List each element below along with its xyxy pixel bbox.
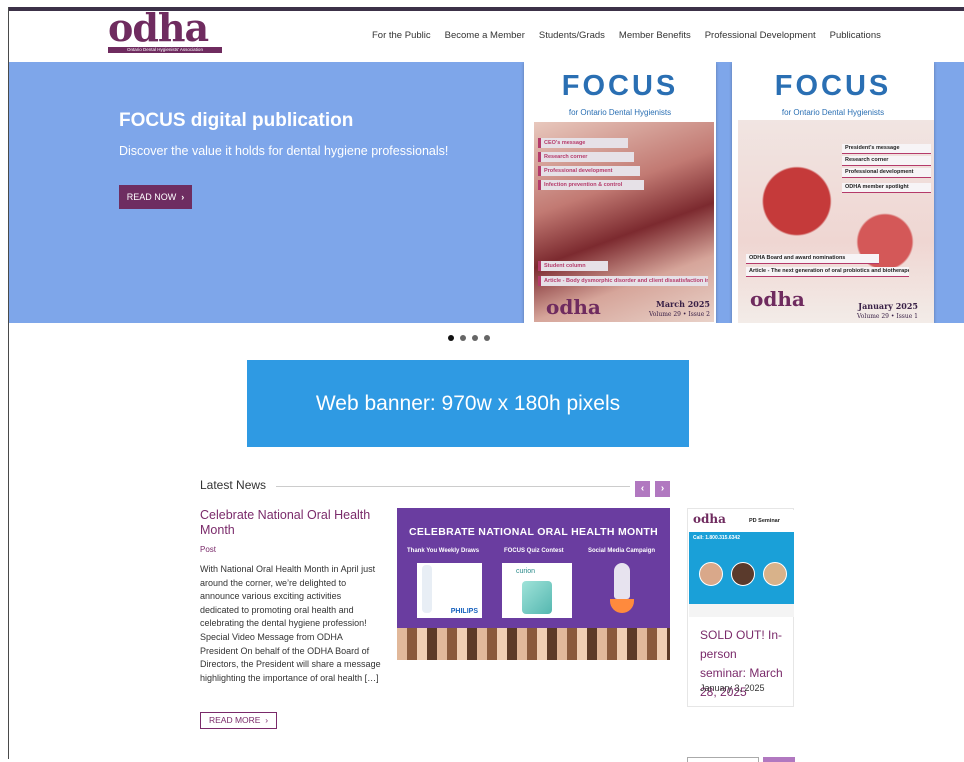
cover-tag: Professional development (538, 166, 640, 176)
slider-dot-4[interactable] (484, 335, 490, 341)
latest-news-divider (264, 486, 630, 487)
cover-tag: Professional development (842, 168, 931, 178)
slider-dot-1[interactable] (448, 335, 454, 341)
smiling-faces-strip (397, 628, 670, 660)
cover-title: FOCUS (561, 70, 679, 102)
news-article-title[interactable]: Celebrate National Oral Health Month (200, 508, 385, 538)
curion-product-image: curion (502, 563, 572, 618)
cover-logo: odha (546, 295, 601, 319)
speaker-photo (763, 562, 787, 586)
cover-date-text: January 2025 (858, 301, 918, 311)
latest-news-heading: Latest News (200, 478, 277, 492)
nav-students-grads[interactable]: Students/Grads (539, 30, 605, 44)
chevron-right-icon[interactable]: › (655, 481, 670, 497)
chevron-left-icon[interactable]: ‹ (635, 481, 650, 497)
seminar-date: January 3, 2025 (700, 683, 765, 693)
cover-date: January 2025 Volume 29 • Issue 1 (857, 302, 918, 321)
hero-subtitle: Discover the value it holds for dental h… (119, 144, 449, 158)
focus-cover-january-2025[interactable]: FOCUS for Ontario Dental Hygienists Pres… (732, 62, 934, 323)
cover-tag: Research corner (842, 156, 931, 166)
cover-tag: Article - Body dysmorphic disorder and c… (538, 276, 708, 286)
nav-professional-development[interactable]: Professional Development (705, 30, 816, 44)
read-now-label: READ NOW (126, 192, 177, 202)
curion-logo: curion (516, 568, 536, 575)
web-banner-placeholder[interactable]: Web banner: 970w x 180h pixels (247, 360, 689, 447)
cover-volume: Volume 29 • Issue 2 (649, 311, 710, 318)
slider-dot-3[interactable] (472, 335, 478, 341)
chevron-right-icon: › (181, 192, 185, 202)
speaker-photo (699, 562, 723, 586)
philips-toothbrush-image: PHILIPS (417, 563, 482, 618)
image-caption: FOCUS Quiz Contest (504, 548, 564, 554)
philips-logo: PHILIPS (450, 608, 478, 615)
focus-cover-march-2025[interactable]: FOCUS for Ontario Dental Hygienists CEO'… (524, 62, 716, 323)
cover-volume: Volume 29 • Issue 1 (857, 313, 918, 320)
toothbrush-shape (422, 565, 432, 613)
cover-subtitle: for Ontario Dental Hygienists (568, 108, 672, 117)
image-heading: CELEBRATE NATIONAL ORAL HEALTH MONTH (409, 526, 658, 538)
curion-product-shape (522, 581, 552, 614)
cover-tag: President's message (842, 144, 931, 154)
cover-date: March 2025 Volume 29 • Issue 2 (649, 300, 710, 319)
read-now-button[interactable]: READ NOW › (119, 185, 192, 209)
rocket-icon (602, 563, 642, 618)
oral-health-month-image[interactable]: CELEBRATE NATIONAL ORAL HEALTH MONTH Tha… (397, 508, 670, 660)
hero-title: FOCUS digital publication (119, 110, 354, 131)
cover-subtitle: for Ontario Dental Hygienists (781, 108, 885, 117)
slider-dots (448, 335, 490, 341)
pd-seminar-image: odha PD Seminar Call: 1.800.315.6342 (689, 510, 794, 617)
logo-tagline: Ontario Dental Hygienists' Association (108, 47, 222, 53)
read-more-button[interactable]: READ MORE › (200, 712, 277, 729)
cover-tag: Article - The next generation of oral pr… (746, 267, 909, 277)
news-article-type[interactable]: Post (200, 545, 216, 554)
odha-logo[interactable]: odha Ontario Dental Hygienists' Associat… (108, 9, 222, 53)
hero-slider: FOCUS digital publication Discover the v… (9, 62, 964, 323)
image-caption: Thank You Weekly Draws (407, 548, 480, 554)
cover-tag: Research corner (538, 152, 634, 162)
cover-date-text: March 2025 (656, 299, 710, 309)
card-sponsor-bar (689, 604, 794, 617)
speaker-photo (731, 562, 755, 586)
bottom-button-partial[interactable] (687, 757, 759, 762)
card-logo: odha (693, 512, 726, 526)
nav-member-benefits[interactable]: Member Benefits (619, 30, 691, 44)
image-caption: Social Media Campaign (588, 548, 656, 554)
slider-dot-2[interactable] (460, 335, 466, 341)
nav-publications[interactable]: Publications (830, 30, 881, 44)
chevron-right-icon: › (265, 715, 269, 725)
nav-become-a-member[interactable]: Become a Member (445, 30, 525, 44)
cover-logo: odha (750, 287, 805, 311)
cover-tag: Student column (538, 261, 608, 271)
cover-tag: ODHA member spotlight (842, 183, 931, 193)
card-call-text: Call: 1.800.315.6342 (693, 535, 740, 541)
main-nav: For the Public Become a Member Students/… (372, 30, 881, 44)
read-more-label: READ MORE (208, 715, 261, 725)
cover-tag: CEO's message (538, 138, 628, 148)
cover-title: FOCUS (774, 70, 892, 102)
logo-wordmark: odha (108, 5, 209, 50)
nav-for-the-public[interactable]: For the Public (372, 30, 431, 44)
bottom-button-partial[interactable] (763, 757, 795, 762)
cover-tag: ODHA Board and award nominations (746, 254, 879, 264)
cover-tag: Infection prevention & control (538, 180, 644, 190)
card-label: PD Seminar (749, 518, 780, 524)
news-article-excerpt: With National Oral Health Month in April… (200, 564, 381, 683)
